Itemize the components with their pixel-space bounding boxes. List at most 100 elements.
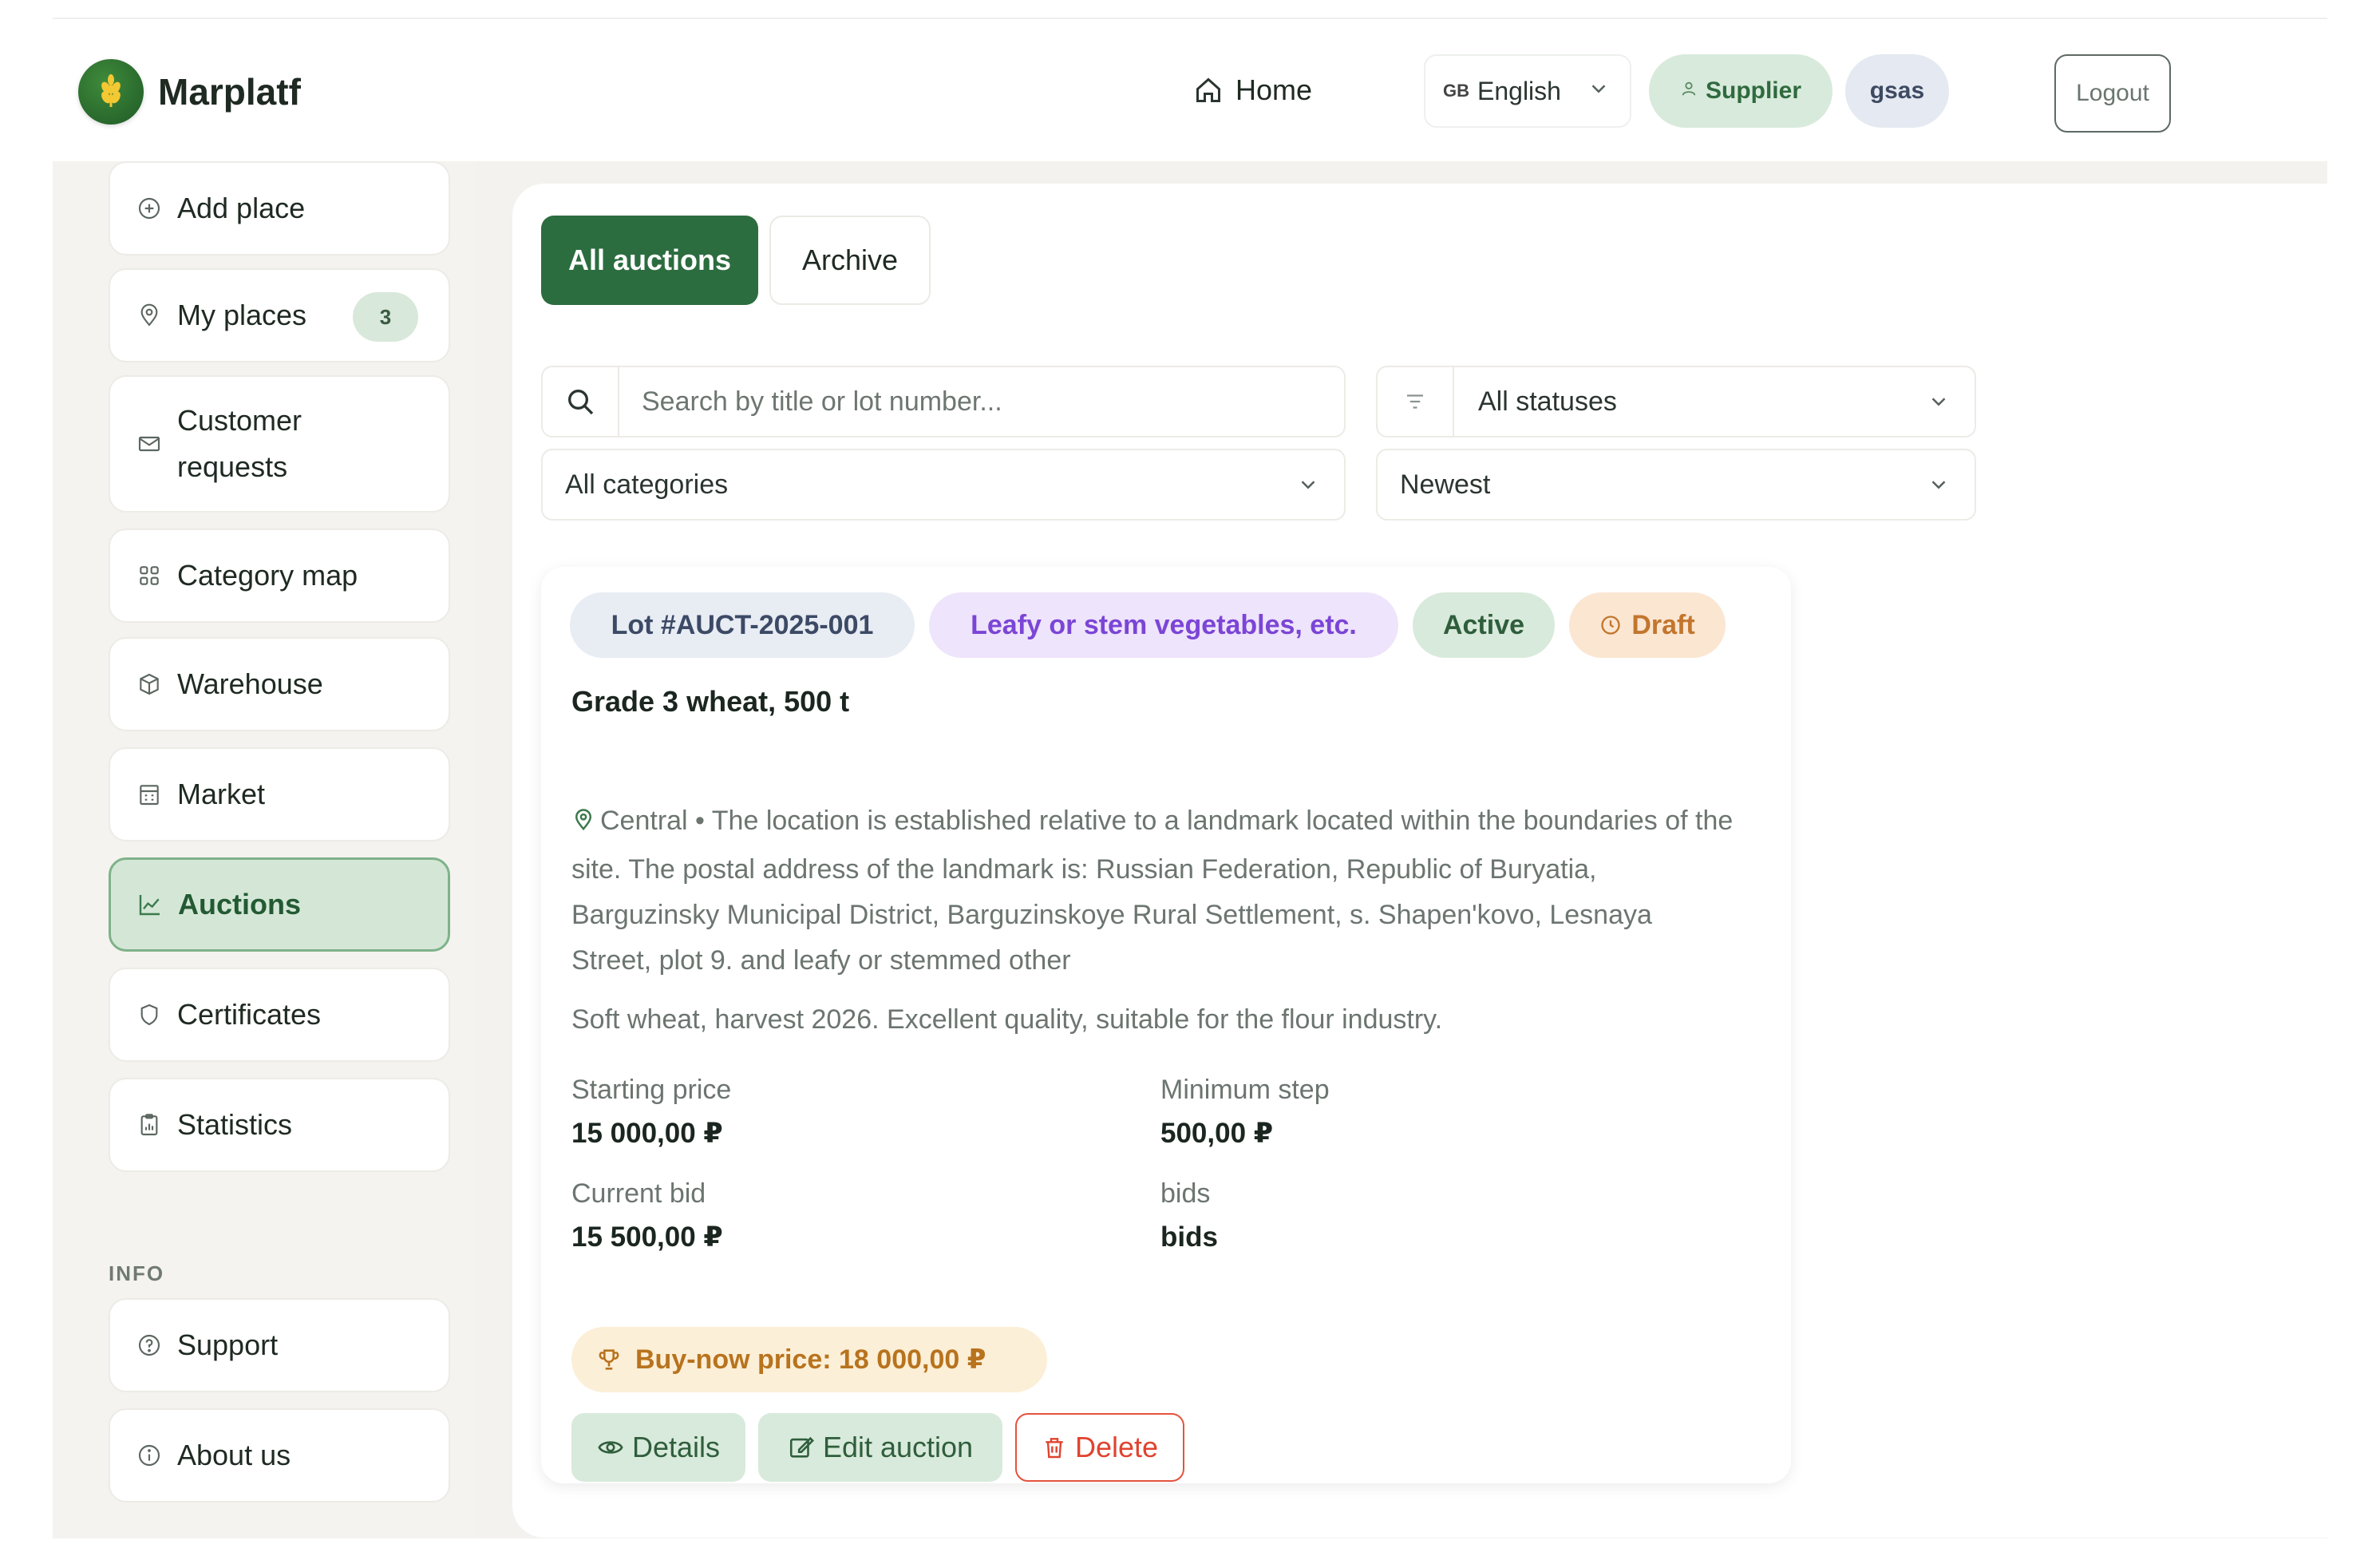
chart-line-icon xyxy=(136,891,164,918)
info-circle-icon xyxy=(136,1442,163,1469)
map-pin-icon xyxy=(571,802,595,847)
logout-button[interactable]: Logout xyxy=(2054,54,2171,133)
category-select[interactable]: All categories xyxy=(541,449,1346,521)
draft-badge: Draft xyxy=(1569,592,1726,658)
min-step-value: 500,00 ₽ xyxy=(1160,1118,1274,1149)
auction-title: Grade 3 wheat, 500 t xyxy=(571,685,850,718)
delete-button[interactable]: Delete xyxy=(1015,1413,1184,1482)
bids-value: bids xyxy=(1160,1221,1218,1253)
min-step-label: Minimum step xyxy=(1160,1075,1330,1105)
starting-price-value: 15 000,00 ₽ xyxy=(571,1118,723,1149)
buy-now-label: Buy-now price: 18 000,00 ₽ xyxy=(635,1344,986,1375)
chevron-down-icon xyxy=(1931,481,1946,489)
trophy-icon xyxy=(595,1346,623,1373)
places-count-badge: 3 xyxy=(353,292,418,342)
edit-label: Edit auction xyxy=(822,1431,974,1463)
chevron-down-icon xyxy=(1301,481,1315,489)
details-label: Details xyxy=(631,1431,721,1463)
starting-price-label: Starting price xyxy=(571,1075,732,1105)
app-window: Marplatf Home GB English Supplier gsas L… xyxy=(53,18,2327,1538)
sidebar-item-category-map[interactable]: Category map xyxy=(109,529,450,623)
auction-location: Central • The location is established re… xyxy=(571,798,1737,984)
auction-card: Lot #AUCT-2025-001 Leafy or stem vegetab… xyxy=(541,567,1791,1483)
help-circle-icon xyxy=(136,1332,163,1359)
plus-circle-icon xyxy=(136,195,163,222)
lot-number-badge: Lot #AUCT-2025-001 xyxy=(570,592,915,658)
role-badge[interactable]: Supplier xyxy=(1649,54,1832,128)
status-select[interactable]: All statuses xyxy=(1376,366,1976,438)
sidebar-item-support[interactable]: Support xyxy=(109,1298,450,1392)
clock-icon xyxy=(1599,614,1622,636)
body-area: Add place My places 3 Customer requests xyxy=(53,161,2327,1538)
delete-label: Delete xyxy=(1074,1431,1159,1463)
mail-icon xyxy=(136,430,163,457)
location-text: Central • The location is established re… xyxy=(571,806,1734,976)
auction-description: Soft wheat, harvest 2026. Excellent qual… xyxy=(571,1004,1443,1035)
sidebar-item-auctions[interactable]: Auctions xyxy=(109,857,450,952)
edit-icon xyxy=(788,1434,815,1461)
sidebar-item-certificates[interactable]: Certificates xyxy=(109,968,450,1062)
sidebar-item-label: requests xyxy=(177,450,288,483)
clipboard-chart-icon xyxy=(136,1111,163,1138)
user-icon xyxy=(1680,80,1698,102)
map-pin-icon xyxy=(136,302,163,329)
tab-archive[interactable]: Archive xyxy=(769,216,931,305)
filter-icon xyxy=(1378,367,1454,436)
sidebar-item-my-places[interactable]: My places 3 xyxy=(109,268,450,362)
brand-name: Marplatf xyxy=(158,71,301,113)
nav-home-label: Home xyxy=(1235,73,1313,106)
buy-now-badge: Buy-now price: 18 000,00 ₽ xyxy=(571,1327,1047,1392)
edit-auction-button[interactable]: Edit auction xyxy=(758,1413,1002,1482)
search-icon xyxy=(543,367,619,436)
sidebar-item-label: Add place xyxy=(177,192,306,224)
shield-icon xyxy=(136,1001,163,1028)
sidebar-item-label: Certificates xyxy=(177,998,322,1031)
brand[interactable]: Marplatf xyxy=(78,59,301,125)
flag-gb-icon: GB xyxy=(1443,81,1469,101)
sidebar-item-label: Customer xyxy=(177,404,302,437)
draft-label: Draft xyxy=(1631,609,1695,640)
trash-icon xyxy=(1042,1435,1067,1460)
sidebar-item-warehouse[interactable]: Warehouse xyxy=(109,637,450,731)
user-badge[interactable]: gsas xyxy=(1845,54,1949,128)
sidebar-item-label: My places xyxy=(177,299,307,331)
details-button[interactable]: Details xyxy=(571,1413,745,1482)
store-icon xyxy=(136,781,163,808)
sidebar-item-add-place[interactable]: Add place xyxy=(109,161,450,255)
wheat-logo-icon xyxy=(78,59,144,125)
sidebar-item-label: Auctions xyxy=(178,888,302,921)
nav-home-link[interactable]: Home xyxy=(1194,73,1312,107)
box-icon xyxy=(136,671,163,698)
sidebar-item-label: Statistics xyxy=(177,1108,293,1141)
category-badge: Leafy or stem vegetables, etc. xyxy=(929,592,1398,658)
sidebar-item-label: About us xyxy=(177,1439,291,1471)
tab-all-auctions[interactable]: All auctions xyxy=(541,216,758,305)
chevron-down-icon xyxy=(1591,85,1606,93)
current-bid-value: 15 500,00 ₽ xyxy=(571,1221,723,1253)
sidebar-item-label: Category map xyxy=(177,559,358,592)
info-section-heading: INFO xyxy=(109,1261,165,1285)
sort-select[interactable]: Newest xyxy=(1376,449,1976,521)
sort-select-value: Newest xyxy=(1400,469,1491,500)
home-icon xyxy=(1196,77,1220,102)
role-label: Supplier xyxy=(1705,77,1801,104)
sidebar: Add place My places 3 Customer requests xyxy=(53,161,476,1538)
sidebar-item-customer-requests[interactable]: Customer requests xyxy=(109,375,450,513)
sidebar-item-label: Support xyxy=(177,1328,279,1361)
sidebar-item-statistics[interactable]: Statistics xyxy=(109,1078,450,1172)
sidebar-item-about-us[interactable]: About us xyxy=(109,1408,450,1503)
category-select-value: All categories xyxy=(565,469,729,500)
search-box xyxy=(541,366,1346,438)
current-bid-label: Current bid xyxy=(571,1178,706,1209)
sidebar-item-market[interactable]: Market xyxy=(109,747,450,841)
status-select-value: All statuses xyxy=(1478,386,1617,417)
chevron-down-icon xyxy=(1931,398,1946,406)
eye-icon xyxy=(597,1434,624,1461)
sidebar-item-label: Warehouse xyxy=(177,667,323,700)
search-input[interactable] xyxy=(642,370,1344,434)
main-panel: All auctions Archive All statuses All ca… xyxy=(512,184,2327,1538)
status-badge: Active xyxy=(1413,592,1555,658)
bids-label: bids xyxy=(1160,1178,1211,1209)
language-label: English xyxy=(1477,76,1561,105)
language-select[interactable]: GB English xyxy=(1424,54,1631,128)
